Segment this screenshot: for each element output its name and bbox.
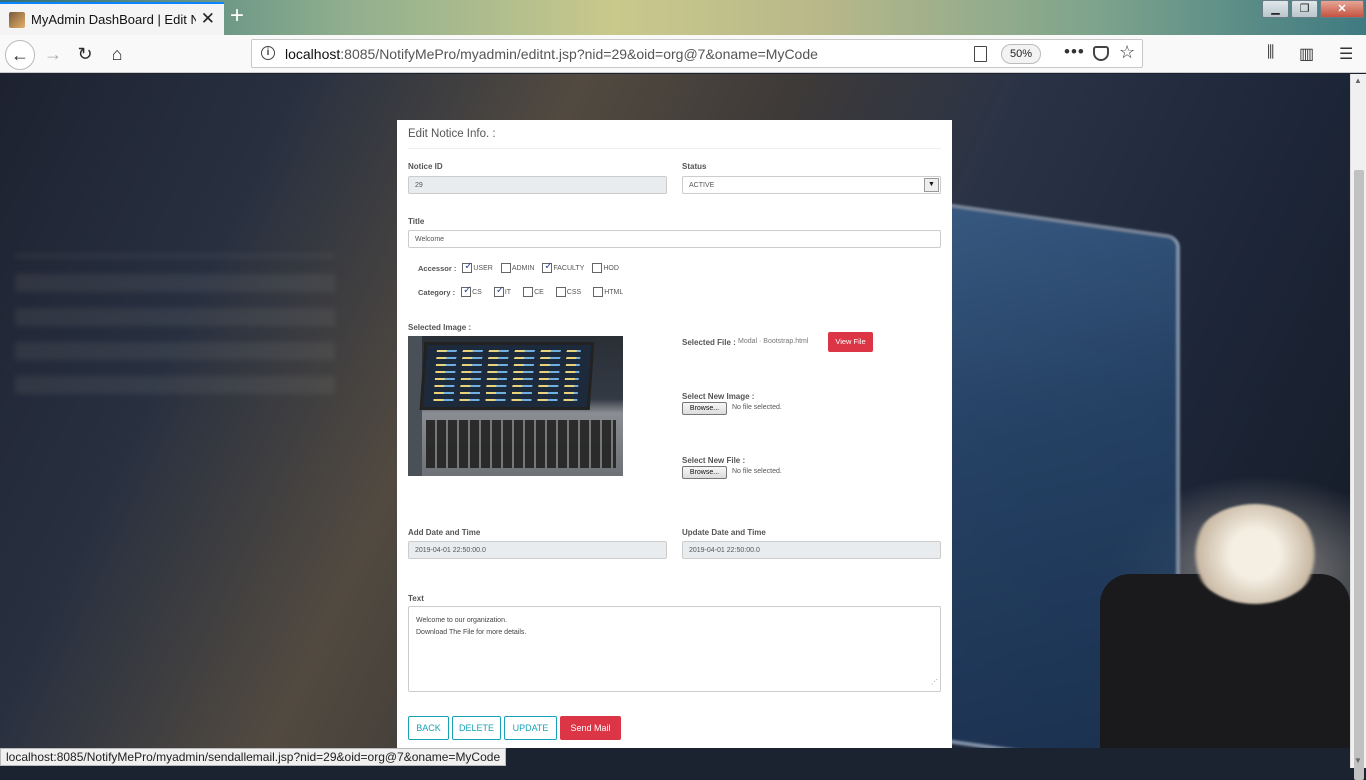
bookmark-star-icon[interactable]: ☆ <box>1119 42 1135 63</box>
update-datetime-label: Update Date and Time <box>682 528 766 537</box>
page-background: Edit Notice Info. : Notice ID 29 Status … <box>0 74 1350 748</box>
page-scrollbar[interactable]: ▲ ▼ <box>1350 74 1366 780</box>
menu-icon[interactable]: ☰ <box>1339 44 1353 64</box>
add-datetime-field: 2019-04-01 22:50:00.0 <box>408 541 667 559</box>
maximize-icon[interactable]: ❐ <box>1291 0 1318 18</box>
favicon-icon <box>9 11 25 28</box>
background-pot <box>1100 574 1350 748</box>
accessor-user-checkbox[interactable] <box>462 261 473 273</box>
category-css-label: CSS <box>566 288 582 296</box>
notice-id-field: 29 <box>408 176 667 194</box>
add-datetime-label: Add Date and Time <box>408 528 481 537</box>
selected-file-label: Selected File : <box>682 338 736 347</box>
reader-view-icon[interactable] <box>974 46 987 62</box>
accessor-admin-label: ADMIN <box>511 264 535 272</box>
notice-text: Welcome to our organization. Download Th… <box>416 617 527 636</box>
tab-title: MyAdmin DashBoard | Edit Notice <box>31 12 196 27</box>
category-cs-label: CS <box>472 288 482 296</box>
status-bar-url: localhost:8085/NotifyMePro/myadmin/senda… <box>0 748 507 766</box>
notice-id-label: Notice ID <box>408 162 443 171</box>
notice-image-thumbnail <box>408 336 623 476</box>
background-flower <box>1190 504 1320 604</box>
category-it-checkbox[interactable] <box>493 285 504 297</box>
zoom-level[interactable]: 50% <box>1001 44 1041 64</box>
status-select[interactable]: ACTIVE ▼ <box>682 176 941 194</box>
accessor-user-label: USER <box>473 264 493 272</box>
close-window-icon[interactable]: ✕ <box>1320 0 1364 18</box>
category-css-checkbox[interactable] <box>555 287 566 297</box>
category-label: Category : <box>418 287 456 297</box>
address-bar[interactable]: i localhost:8085/NotifyMePro/myadmin/edi… <box>251 39 1143 68</box>
pocket-icon[interactable] <box>1093 46 1109 61</box>
edit-notice-card: Edit Notice Info. : Notice ID 29 Status … <box>397 120 952 748</box>
new-image-label: Select New Image : <box>682 392 755 401</box>
category-ce-checkbox[interactable] <box>523 287 534 297</box>
page-actions-icon[interactable]: ••• <box>1064 42 1085 62</box>
view-file-button[interactable]: View File <box>828 332 873 352</box>
back-arrow-icon[interactable]: ← <box>5 40 35 70</box>
accessor-admin-checkbox[interactable] <box>500 263 511 273</box>
minimize-icon[interactable]: ▁ <box>1262 0 1289 18</box>
new-tab-icon[interactable]: + <box>230 4 244 28</box>
library-icon[interactable]: ⫼ <box>1267 44 1274 62</box>
accessor-label: Accessor : <box>418 263 457 273</box>
accessor-faculty-checkbox[interactable] <box>542 261 553 273</box>
title-label: Title <box>408 217 425 226</box>
browse-file-button[interactable]: Browse... <box>682 466 727 479</box>
category-row: Category : CS IT CE CSS HTML <box>418 285 625 297</box>
category-it-label: IT <box>504 288 512 296</box>
accessor-hod-label: HOD <box>603 264 619 272</box>
title-input[interactable]: Welcome <box>408 230 941 248</box>
browse-image-button[interactable]: Browse... <box>682 402 727 415</box>
close-tab-icon[interactable]: ✕ <box>201 10 215 27</box>
delete-button[interactable]: DELETE <box>452 716 501 740</box>
update-button[interactable]: UPDATE <box>504 716 557 740</box>
selected-image-label: Selected Image : <box>408 323 472 332</box>
window-controls: ▁ ❐ ✕ <box>1260 0 1364 20</box>
background-blur <box>15 254 335 394</box>
send-mail-button[interactable]: Send Mail <box>560 716 621 740</box>
notice-text-area[interactable]: Welcome to our organization. Download Th… <box>408 606 941 692</box>
scroll-up-icon[interactable]: ▲ <box>1354 76 1362 85</box>
status-label: Status <box>682 162 707 171</box>
category-cs-checkbox[interactable] <box>461 285 471 297</box>
chevron-down-icon: ▼ <box>924 178 939 192</box>
category-html-checkbox[interactable] <box>593 287 604 297</box>
image-no-file-text: No file selected. <box>732 404 782 411</box>
status-value: ACTIVE <box>689 182 715 189</box>
home-icon[interactable]: ⌂ <box>102 40 132 70</box>
selected-file-name: Modal · Bootstrap.html <box>738 338 809 345</box>
site-info-icon[interactable]: i <box>261 46 275 60</box>
update-datetime-field: 2019-04-01 22:50:00.0 <box>682 541 941 559</box>
url-text[interactable]: localhost:8085/NotifyMePro/myadmin/editn… <box>285 46 818 62</box>
browser-tab[interactable]: MyAdmin DashBoard | Edit Notice ✕ <box>0 2 224 35</box>
new-file-label: Select New File : <box>682 456 746 465</box>
sidebar-icon[interactable]: ▥ <box>1299 44 1314 64</box>
text-label: Text <box>408 594 424 603</box>
scroll-down-icon[interactable]: ▼ <box>1354 756 1362 765</box>
resize-grip-icon[interactable]: ⋰ <box>931 677 938 689</box>
accessor-hod-checkbox[interactable] <box>592 263 603 273</box>
accessor-row: Accessor : USER ADMIN FACULTY HOD <box>418 261 621 273</box>
file-no-file-text: No file selected. <box>732 468 782 475</box>
accessor-faculty-label: FACULTY <box>553 264 585 272</box>
category-html-label: HTML <box>604 288 624 296</box>
card-title: Edit Notice Info. : <box>408 128 496 140</box>
navigation-toolbar: ← → ↻ ⌂ i localhost:8085/NotifyMePro/mya… <box>0 35 1366 73</box>
window-titlebar: MyAdmin DashBoard | Edit Notice ✕ + ▁ ❐ … <box>0 0 1366 35</box>
forward-arrow-icon[interactable]: → <box>38 40 68 70</box>
back-button[interactable]: BACK <box>408 716 449 740</box>
divider <box>408 148 941 149</box>
scroll-thumb[interactable] <box>1354 170 1364 780</box>
reload-icon[interactable]: ↻ <box>70 40 100 70</box>
category-ce-label: CE <box>534 288 544 296</box>
